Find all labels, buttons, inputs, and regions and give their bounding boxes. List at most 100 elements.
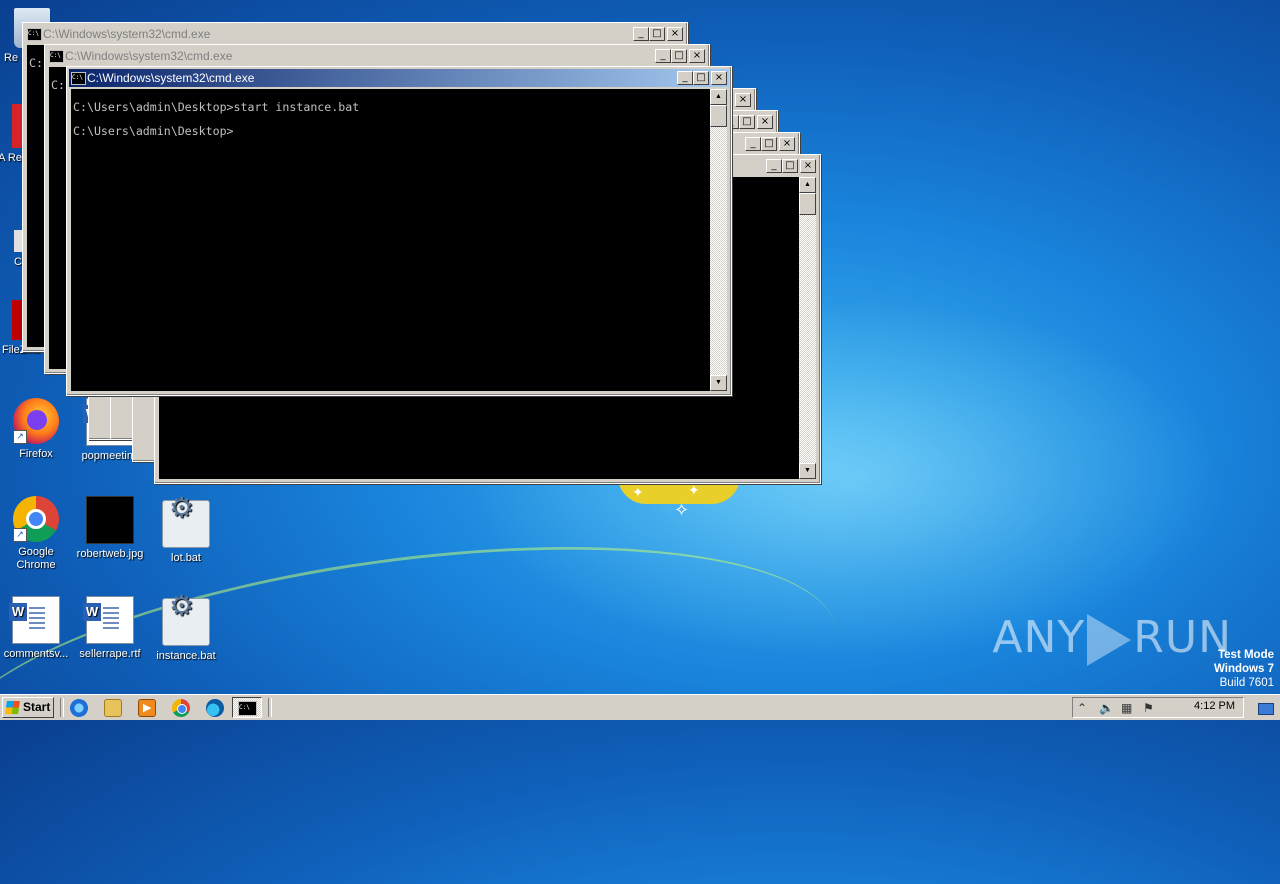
start-button[interactable]: Start: [2, 697, 54, 718]
commentsv-icon[interactable]: commentsv...: [0, 596, 74, 661]
taskbar-separator: [60, 698, 64, 717]
shortcut-arrow-icon: ↗: [13, 528, 27, 542]
lot-bat-icon[interactable]: lot.bat: [148, 500, 224, 565]
maximize-button[interactable]: □: [671, 49, 687, 63]
play-logo-icon: [1087, 614, 1132, 666]
window-title-text: C:\Windows\system32\cmd.exe: [87, 71, 255, 85]
window-title-text: C:\Windows\system32\cmd.exe: [43, 27, 211, 41]
window-controls: _□×: [766, 159, 816, 173]
word-document-icon: [9, 596, 60, 644]
close-button[interactable]: ×: [757, 115, 773, 129]
clock[interactable]: 4:12 PM: [1194, 700, 1235, 712]
maximize-button[interactable]: □: [693, 71, 709, 85]
chrome-icon: ↗: [13, 496, 59, 542]
cmd-taskbar-icon: C:\: [238, 701, 257, 716]
taskbar: Start C:\ ⌃ 🔈 ▦ ⚑ 4:12 PM: [0, 694, 1280, 720]
windows-logo-icon: [5, 701, 20, 714]
firefox-icon: ↗: [13, 398, 59, 444]
shortcut-arrow-icon: ↗: [13, 430, 27, 444]
windows-version-text: Windows 7: [1214, 663, 1274, 675]
ccleaner-label: C: [14, 256, 22, 268]
window-title[interactable]: C:\ C:\Windows\system32\cmd.exe: [69, 69, 729, 87]
scroll-down-button[interactable]: ▼: [710, 375, 727, 391]
close-button[interactable]: ×: [800, 159, 816, 173]
tray-expand-icon[interactable]: ⌃: [1077, 701, 1087, 715]
cmd-window-active[interactable]: C:\ C:\Windows\system32\cmd.exe _ □ × C:\Us…: [66, 66, 732, 396]
edge-taskbar-icon[interactable]: [206, 699, 224, 717]
firefox-desktop-icon[interactable]: ↗ Firefox: [0, 398, 74, 461]
file-explorer-icon[interactable]: [104, 699, 122, 717]
cmd-app-icon: C:\: [71, 72, 86, 85]
cmd-app-icon: C:\: [27, 28, 42, 41]
start-label: Start: [23, 700, 51, 714]
window-title[interactable]: C:\ C:\Windows\system32\cmd.exe: [47, 47, 707, 65]
os-info: Test Mode Windows 7 Build 7601: [1214, 648, 1274, 690]
scroll-thumb[interactable]: [799, 193, 816, 215]
watermark-left: ANY: [992, 612, 1086, 663]
close-button[interactable]: ×: [711, 71, 727, 85]
minimize-button[interactable]: _: [677, 71, 693, 85]
cmd-taskbar-button[interactable]: C:\: [232, 697, 262, 718]
scroll-up-button[interactable]: ▲: [710, 89, 727, 105]
scroll-up-button[interactable]: ▲: [799, 177, 816, 193]
window-controls: _□×: [745, 137, 795, 151]
instance-bat-label: instance.bat: [156, 650, 216, 662]
window-title-text: C:\Windows\system32\cmd.exe: [65, 49, 233, 63]
cmd-app-icon: C:\: [49, 50, 64, 63]
vertical-scrollbar[interactable]: ▲ ▼: [799, 177, 816, 479]
network-icon[interactable]: ▦: [1121, 701, 1132, 715]
word-document-icon: [83, 596, 134, 644]
minimize-button[interactable]: _: [633, 27, 649, 41]
window-title[interactable]: C:\ C:\Windows\system32\cmd.exe: [25, 25, 685, 43]
close-button[interactable]: ×: [779, 137, 795, 151]
maximize-button[interactable]: □: [649, 27, 665, 41]
firefox-label: Firefox: [19, 448, 53, 460]
maximize-button[interactable]: □: [739, 115, 755, 129]
anyrun-watermark: ANY RUN: [992, 612, 1232, 666]
test-mode-text: Test Mode: [1217, 649, 1274, 661]
console-prompt: C:\Users\admin\Desktop>: [73, 124, 234, 138]
minimize-button[interactable]: _: [745, 137, 761, 151]
close-button[interactable]: ×: [667, 27, 683, 41]
maximize-button[interactable]: □: [782, 159, 798, 173]
minimize-button[interactable]: _: [766, 159, 782, 173]
media-player-icon[interactable]: [138, 699, 156, 717]
scroll-thumb[interactable]: [710, 105, 727, 127]
batch-file-icon: [162, 500, 210, 548]
sellerrape-icon[interactable]: sellerrape.rtf: [72, 596, 148, 661]
robertweb-icon[interactable]: robertweb.jpg: [72, 496, 148, 561]
close-button[interactable]: ×: [735, 93, 751, 107]
internet-explorer-icon[interactable]: [70, 699, 88, 717]
chrome-label: Google Chrome: [16, 546, 56, 571]
wallpaper-sparkle: ✦: [632, 484, 644, 500]
commentsv-label: commentsv...: [3, 648, 69, 660]
vertical-scrollbar[interactable]: ▲ ▼: [710, 89, 727, 391]
scroll-down-button[interactable]: ▼: [799, 463, 816, 479]
maximize-button[interactable]: □: [761, 137, 777, 151]
system-tray: ⌃ 🔈 ▦ ⚑ 4:12 PM: [1072, 697, 1244, 718]
image-file-icon: [86, 496, 134, 544]
console-line: C:: [51, 78, 65, 92]
window-controls: _□×: [677, 71, 727, 85]
minimize-button[interactable]: _: [655, 49, 671, 63]
sellerrape-label: sellerrape.rtf: [79, 648, 141, 660]
show-desktop-icon[interactable]: [1252, 698, 1278, 718]
flag-icon[interactable]: ⚑: [1143, 701, 1154, 715]
chrome-taskbar-icon[interactable]: [172, 699, 190, 717]
console-line: C:: [29, 56, 43, 70]
chrome-desktop-icon[interactable]: ↗ Google Chrome: [0, 496, 74, 572]
console-line: C:\Users\admin\Desktop>start instance.ba…: [73, 100, 360, 114]
wallpaper-sparkle: ✧: [674, 500, 690, 520]
wallpaper-sparkle: ✦: [688, 482, 700, 498]
lot-bat-label: lot.bat: [171, 552, 201, 564]
volume-icon[interactable]: 🔈: [1099, 701, 1114, 715]
close-button[interactable]: ×: [689, 49, 705, 63]
instance-bat-icon[interactable]: instance.bat: [148, 598, 224, 663]
window-controls: _□×: [655, 49, 705, 63]
taskbar-separator: [268, 698, 272, 717]
acrobat-label: A Re: [0, 152, 22, 164]
console-output[interactable]: C:\Users\admin\Desktop>start instance.ba…: [71, 89, 710, 391]
robertweb-label: robertweb.jpg: [76, 548, 144, 560]
build-text: Build 7601: [1219, 677, 1274, 689]
window-controls: _□×: [633, 27, 683, 41]
